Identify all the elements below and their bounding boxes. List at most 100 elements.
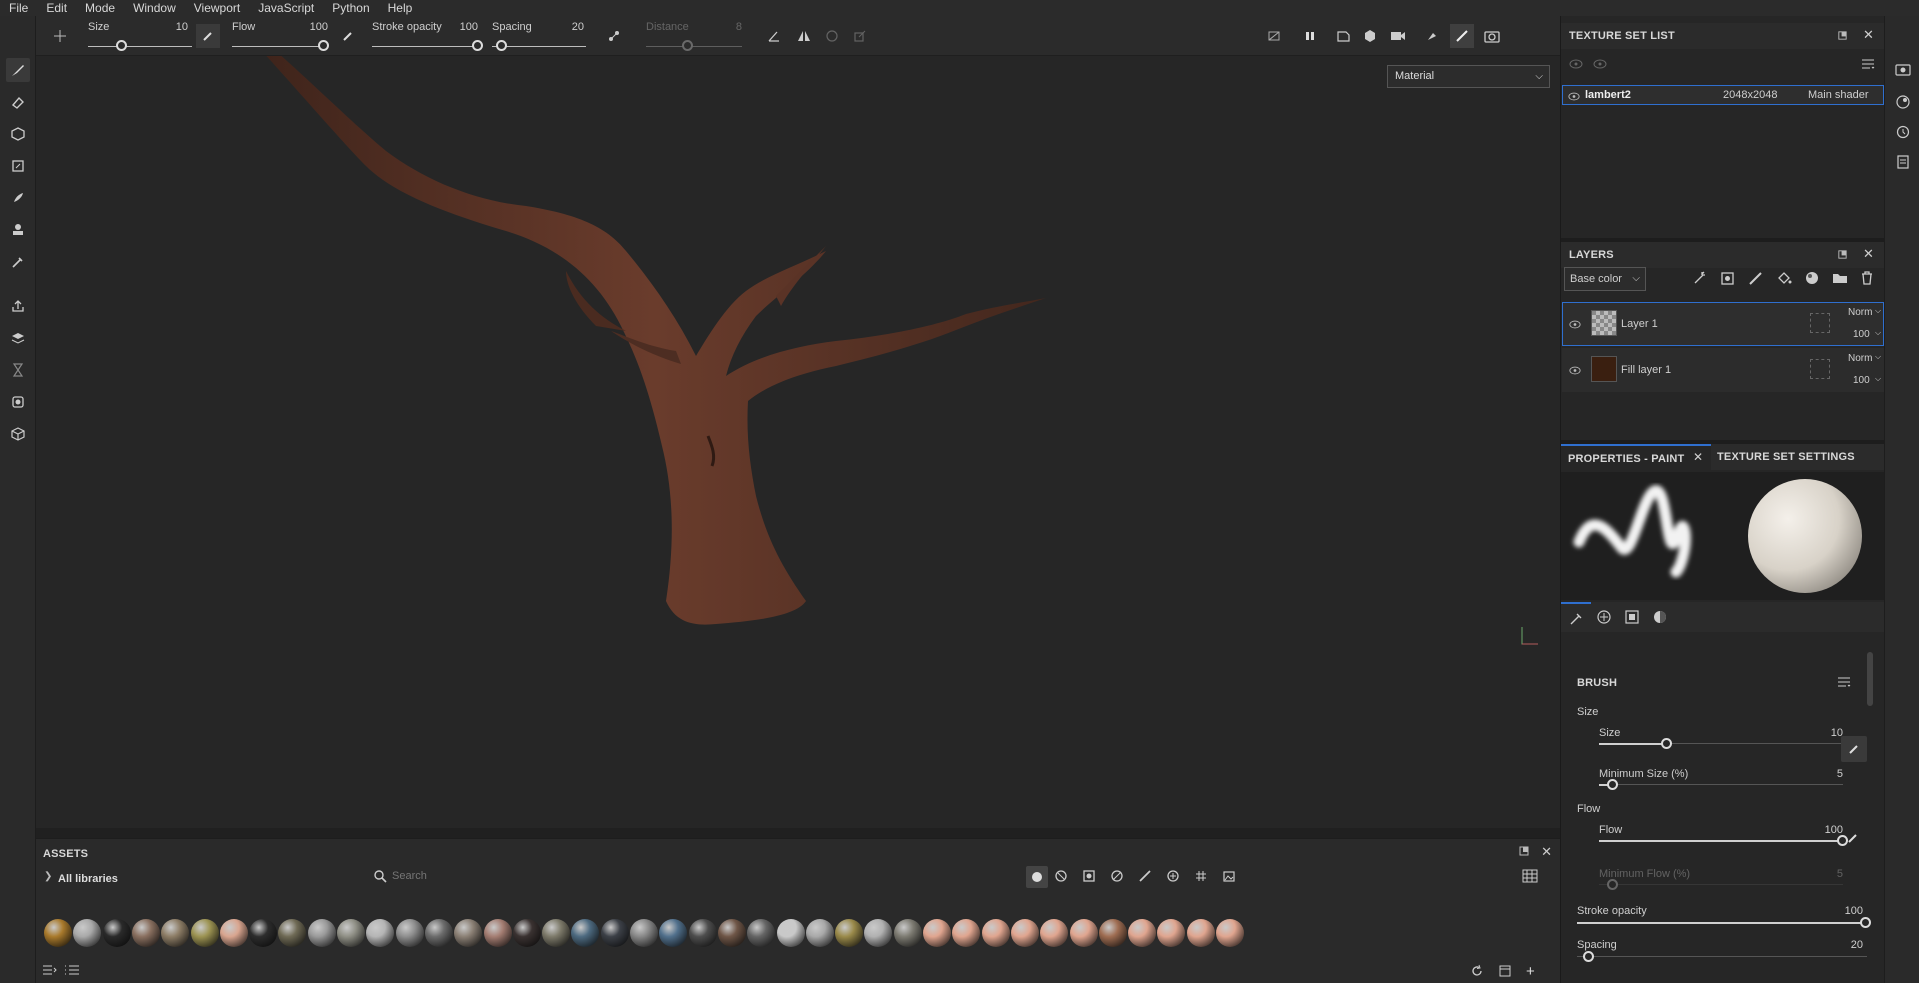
float-panel-icon[interactable] [1837,248,1848,263]
filter-smart-materials-icon[interactable] [1054,869,1068,886]
filter-grid-icon[interactable] [1194,869,1208,886]
asset-material-thumbnail[interactable] [630,919,658,947]
menu-python[interactable]: Python [323,0,378,16]
mask-slot[interactable] [1810,313,1830,333]
spacing-prop-slider-knob[interactable] [1583,951,1594,962]
pen-pressure-flow-icon[interactable] [1847,832,1859,847]
asset-material-thumbnail[interactable] [805,919,834,947]
filter-materials-icon[interactable] [1026,866,1048,888]
transform-icon[interactable] [848,24,872,48]
layer-name[interactable]: Layer 1 [1621,318,1658,330]
tab-texture-set-settings[interactable]: TEXTURE SET SETTINGS [1711,444,1885,470]
min-size-slider-knob[interactable] [1607,779,1618,790]
material-subtab-icon[interactable] [1597,610,1611,627]
filter-generators-icon[interactable] [1110,869,1124,886]
asset-material-thumbnail[interactable] [542,919,571,947]
properties-scrollbar[interactable] [1867,652,1873,706]
stroke-opacity-prop-slider-track[interactable] [1577,922,1867,924]
list-sort-icon[interactable] [64,964,80,979]
add-icon[interactable]: + [1526,963,1535,980]
menu-window[interactable]: Window [124,0,185,16]
asset-material-thumbnail[interactable] [1040,919,1069,947]
asset-material-thumbnail[interactable] [717,919,746,947]
brush-subtab-icon[interactable] [1561,602,1591,632]
min-size-slider-track[interactable] [1599,784,1843,785]
color-picker-icon[interactable] [6,250,30,274]
texture-set-row[interactable]: lambert2 2048x2048 Main shader [1562,85,1884,105]
mirror-symmetry-icon[interactable] [792,24,816,48]
viewport-mode-select[interactable]: Material ⌵ [1387,65,1550,88]
3d-view-icon[interactable] [1358,24,1382,48]
blend-mode[interactable]: Norm [1848,307,1872,318]
menu-viewport[interactable]: Viewport [185,0,249,16]
asset-material-thumbnail[interactable] [1069,919,1098,947]
menu-mode[interactable]: Mode [76,0,124,16]
layer-row[interactable]: Fill layer 1 Norm ⌵ 100 ⌵ [1562,348,1884,392]
screenshot-icon[interactable] [1480,24,1504,48]
asset-material-thumbnail[interactable] [337,919,365,947]
angle-icon[interactable] [762,24,786,48]
channel-select[interactable]: Base color ⌵ [1564,267,1646,291]
hourglass-icon[interactable] [6,358,30,382]
asset-material-thumbnail[interactable] [44,919,72,947]
chevron-down-icon[interactable]: ⌵ [1875,306,1881,316]
float-panel-icon[interactable] [1518,845,1532,859]
projection-icon[interactable] [6,122,30,146]
layer-opacity[interactable]: 100 [1853,329,1870,340]
brush-flow-slider-track[interactable] [1599,840,1843,842]
trash-icon[interactable] [1860,270,1874,289]
pen-pressure-flow-icon[interactable] [336,24,360,48]
brush-preset-menu-icon[interactable] [1837,676,1851,691]
shader-settings-icon[interactable] [1893,92,1913,112]
lazy-mouse-icon[interactable] [602,24,626,48]
brush-flow-value[interactable]: 100 [1803,824,1843,836]
asset-material-thumbnail[interactable] [864,919,893,947]
filter-masks-icon[interactable] [1082,869,1096,886]
close-icon[interactable]: ✕ [1863,246,1874,262]
blend-mode[interactable]: Norm [1848,353,1872,364]
spacing-prop-slider-track[interactable] [1577,956,1867,957]
menu-file[interactable]: File [0,0,37,16]
hide-icon[interactable] [1569,58,1583,72]
add-smart-material-icon[interactable] [1804,270,1820,289]
refresh-icon[interactable] [1470,964,1484,981]
visibility-eye-icon[interactable] [1568,90,1580,104]
texture-set-resolution[interactable]: 2048x2048 [1723,89,1777,101]
asset-material-thumbnail[interactable] [952,919,981,947]
pen-pressure-size-icon[interactable] [196,24,220,48]
bake-export-icon[interactable] [6,294,30,318]
asset-material-thumbnail[interactable] [73,919,102,947]
iray-render-icon[interactable] [1420,24,1444,48]
flow-slider-knob[interactable] [318,40,329,51]
chevron-down-icon[interactable]: ⌵ [1875,328,1881,338]
menu-list-icon[interactable] [1861,58,1875,73]
chevron-down-icon[interactable]: ⌵ [1875,374,1881,384]
viewer-settings-icon[interactable] [1893,60,1913,80]
asset-material-thumbnail[interactable] [131,919,160,947]
menu-javascript[interactable]: JavaScript [249,0,323,16]
mesh-map-icon[interactable] [6,326,30,350]
chevron-down-icon[interactable]: ⌵ [1875,352,1881,362]
asset-material-thumbnail[interactable] [659,919,688,947]
layer-name[interactable]: Fill layer 1 [1621,364,1671,376]
2d-view-icon[interactable] [1332,24,1356,48]
add-paint-layer-icon[interactable] [1748,270,1764,289]
camera-bake-icon[interactable] [6,390,30,414]
asset-material-thumbnail[interactable] [102,919,131,947]
flow-slider-track[interactable] [232,46,328,47]
smudge-icon[interactable] [6,186,30,210]
asset-material-thumbnail[interactable] [981,919,1010,947]
asset-material-thumbnail[interactable] [249,919,278,947]
asset-material-thumbnail[interactable] [688,919,717,947]
symmetry-axis-icon[interactable] [48,24,72,48]
size-slider-track[interactable] [88,46,192,47]
camera-icon[interactable] [1386,24,1410,48]
menu-help[interactable]: Help [379,0,422,16]
grid-view-icon[interactable] [1522,869,1538,886]
3d-viewport[interactable]: Material ⌵ [36,56,1560,828]
asset-material-thumbnail[interactable] [161,919,190,947]
add-folder-icon[interactable] [1832,270,1848,289]
paint-mode-icon[interactable] [1450,24,1474,48]
asset-material-thumbnail[interactable] [512,919,541,947]
history-icon[interactable] [1893,122,1913,142]
